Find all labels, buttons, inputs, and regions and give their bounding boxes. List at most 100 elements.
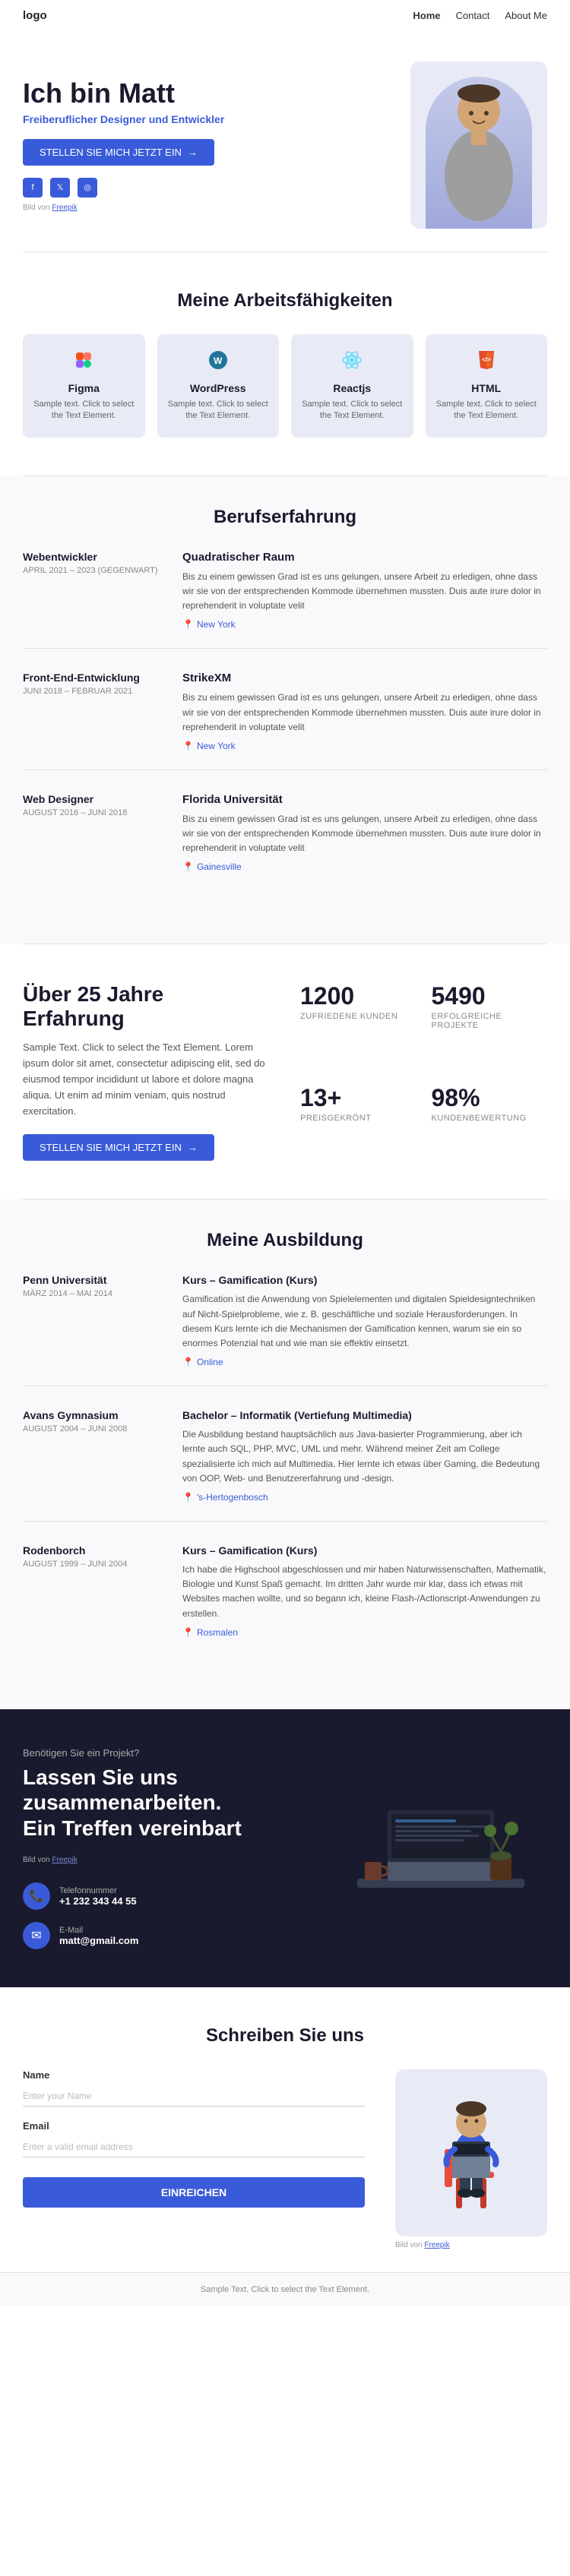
cta-contacts: 📞 Telefonnummer +1 232 343 44 55 ✉ E-Mai… bbox=[23, 1882, 312, 1949]
exp-location-2: 📍 New York bbox=[182, 741, 547, 751]
svg-text:</>: </> bbox=[482, 356, 491, 363]
edu-row-3: Rodenborch AUGUST 1999 – JUNI 2004 Kurs … bbox=[23, 1544, 547, 1656]
cta-email-item: ✉ E-Mail matt@gmail.com bbox=[23, 1922, 312, 1949]
pin-icon-3: 📍 bbox=[182, 861, 194, 872]
skills-grid: Figma Sample text. Click to select the T… bbox=[23, 334, 547, 438]
reactjs-name: Reactjs bbox=[302, 382, 403, 394]
hero-section: Ich bin Matt Freiberuflicher Designer un… bbox=[0, 31, 570, 251]
nav-about[interactable]: About Me bbox=[505, 10, 547, 21]
edu-dates-1: MÄRZ 2014 – MAI 2014 bbox=[23, 1289, 160, 1298]
nav-contact[interactable]: Contact bbox=[456, 10, 490, 21]
edu-row-2: Avans Gymnasium AUGUST 2004 – JUNI 2008 … bbox=[23, 1409, 547, 1522]
nav-logo[interactable]: logo bbox=[23, 9, 47, 22]
hero-image bbox=[410, 62, 547, 229]
form-name-group: Name bbox=[23, 2069, 365, 2107]
hero-subtitle: Freiberuflicher Designer und Entwickler bbox=[23, 113, 395, 125]
html-name: HTML bbox=[436, 382, 537, 394]
form-grid: Name Email EINREICHEN bbox=[23, 2069, 547, 2249]
reactjs-desc[interactable]: Sample text. Click to select the Text El… bbox=[302, 399, 403, 422]
exp-dates-1: APRIL 2021 – 2023 (GEGENWART) bbox=[23, 566, 160, 575]
stat-num-1: 1200 bbox=[300, 982, 416, 1010]
wordpress-icon: W bbox=[168, 349, 269, 376]
exp-row-1: Webentwickler APRIL 2021 – 2023 (GEGENWA… bbox=[23, 551, 547, 650]
exp-dates-2: JUNI 2018 – FEBRUAR 2021 bbox=[23, 687, 160, 696]
stat-label-1: ZUFRIEDENE KUNDEN bbox=[300, 1012, 416, 1021]
pin-edu-icon-3: 📍 bbox=[182, 1627, 194, 1638]
edu-left-2: Avans Gymnasium AUGUST 2004 – JUNI 2008 bbox=[23, 1409, 160, 1503]
exp-company-2: StrikeXM bbox=[182, 672, 547, 684]
form-email-label: Email bbox=[23, 2120, 365, 2132]
edu-location-2: 📍 's-Hertogenbosch bbox=[182, 1492, 547, 1503]
pin-icon-1: 📍 bbox=[182, 619, 194, 630]
stat-label-2: ERFOLGREICHE PROJEKTE bbox=[432, 1012, 548, 1030]
wordpress-desc[interactable]: Sample text. Click to select the Text El… bbox=[168, 399, 269, 422]
exp-desc-1: Bis zu einem gewissen Grad ist es uns ge… bbox=[182, 570, 547, 614]
figma-name: Figma bbox=[33, 382, 135, 394]
hero-credit-link[interactable]: Freepik bbox=[52, 204, 77, 212]
stats-section: Über 25 Jahre Erfahrung Sample Text. Cli… bbox=[0, 944, 570, 1199]
exp-desc-2: Bis zu einem gewissen Grad ist es uns ge… bbox=[182, 691, 547, 735]
stats-left: Über 25 Jahre Erfahrung Sample Text. Cli… bbox=[23, 982, 270, 1161]
form-email-group: Email bbox=[23, 2120, 365, 2157]
stat-item-2: 5490 ERFOLGREICHE PROJEKTE bbox=[432, 982, 548, 1068]
hero-image-credit: Bild von Freepik bbox=[23, 204, 395, 212]
svg-text:W: W bbox=[214, 356, 223, 366]
edu-dates-2: AUGUST 2004 – JUNI 2008 bbox=[23, 1424, 160, 1433]
navbar: logo Home Contact About Me bbox=[0, 0, 570, 31]
form-email-input[interactable] bbox=[23, 2136, 365, 2157]
edu-course-2: Bachelor – Informatik (Vertiefung Multim… bbox=[182, 1409, 547, 1421]
hero-cta-button[interactable]: STELLEN SIE MICH JETZT EIN → bbox=[23, 139, 214, 166]
email-icon: ✉ bbox=[23, 1922, 50, 1949]
edu-dates-3: AUGUST 1999 – JUNI 2004 bbox=[23, 1560, 160, 1569]
cta-phone-item: 📞 Telefonnummer +1 232 343 44 55 bbox=[23, 1882, 312, 1910]
edu-desc-1: Gamification ist die Anwendung von Spiel… bbox=[182, 1292, 547, 1351]
exp-location-3: 📍 Gainesville bbox=[182, 861, 547, 872]
form-submit-button[interactable]: EINREICHEN bbox=[23, 2177, 365, 2208]
edu-location-1: 📍 Online bbox=[182, 1357, 547, 1367]
twitter-icon[interactable]: 𝕏 bbox=[50, 178, 70, 198]
form-illustration bbox=[395, 2069, 547, 2236]
pin-edu-icon-1: 📍 bbox=[182, 1357, 194, 1367]
form-left: Name Email EINREICHEN bbox=[23, 2069, 365, 2208]
cta-illustration bbox=[334, 1747, 547, 1950]
stat-num-4: 98% bbox=[432, 1084, 548, 1112]
skill-reactjs: Reactjs Sample text. Click to select the… bbox=[291, 334, 413, 438]
form-credit-link[interactable]: Freepik bbox=[424, 2241, 449, 2249]
hero-title: Ich bin Matt bbox=[23, 78, 395, 109]
stat-item-3: 13+ PREISGEKRÖNT bbox=[300, 1084, 416, 1162]
nav-home[interactable]: Home bbox=[413, 10, 440, 21]
hero-text: Ich bin Matt Freiberuflicher Designer un… bbox=[23, 78, 395, 212]
exp-company-1: Quadratischer Raum bbox=[182, 551, 547, 564]
exp-dates-3: AUGUST 2016 – JUNI 2018 bbox=[23, 808, 160, 817]
exp-company-3: Florida Universität bbox=[182, 793, 547, 806]
exp-location-1: 📍 New York bbox=[182, 619, 547, 630]
skill-html: </> HTML Sample text. Click to select th… bbox=[426, 334, 548, 438]
skill-figma: Figma Sample text. Click to select the T… bbox=[23, 334, 145, 438]
pin-edu-icon-2: 📍 bbox=[182, 1492, 194, 1503]
edu-course-3: Kurs – Gamification (Kurs) bbox=[182, 1544, 547, 1557]
edu-school-2: Avans Gymnasium bbox=[23, 1409, 160, 1421]
edu-row-1: Penn Universität MÄRZ 2014 – MAI 2014 Ku… bbox=[23, 1274, 547, 1386]
html-desc[interactable]: Sample text. Click to select the Text El… bbox=[436, 399, 537, 422]
stats-cta-button[interactable]: STELLEN SIE MICH JETZT EIN → bbox=[23, 1134, 214, 1161]
exp-left-1: Webentwickler APRIL 2021 – 2023 (GEGENWA… bbox=[23, 551, 160, 631]
form-title: Schreiben Sie uns bbox=[23, 2025, 547, 2047]
cta-credit-link[interactable]: Freepik bbox=[52, 1856, 77, 1864]
cta-image-credit: Bild von Freepik bbox=[23, 1856, 312, 1864]
edu-school-3: Rodenborch bbox=[23, 1544, 160, 1557]
exp-desc-3: Bis zu einem gewissen Grad ist es uns ge… bbox=[182, 812, 547, 856]
edu-left-3: Rodenborch AUGUST 1999 – JUNI 2004 bbox=[23, 1544, 160, 1638]
form-name-input[interactable] bbox=[23, 2085, 365, 2107]
cta-email-info: E-Mail matt@gmail.com bbox=[59, 1926, 138, 1946]
skill-wordpress: W WordPress Sample text. Click to select… bbox=[157, 334, 280, 438]
figma-desc[interactable]: Sample text. Click to select the Text El… bbox=[33, 399, 135, 422]
wordpress-name: WordPress bbox=[168, 382, 269, 394]
exp-jobtitle-3: Web Designer bbox=[23, 793, 160, 805]
instagram-icon[interactable]: ◎ bbox=[78, 178, 97, 198]
facebook-icon[interactable]: f bbox=[23, 178, 43, 198]
stat-label-3: PREISGEKRÖNT bbox=[300, 1114, 416, 1123]
edu-right-2: Bachelor – Informatik (Vertiefung Multim… bbox=[182, 1409, 547, 1503]
cta-title: Lassen Sie uns zusammenarbeiten. Ein Tre… bbox=[23, 1765, 312, 1841]
hero-social: f 𝕏 ◎ bbox=[23, 178, 395, 198]
html-icon: </> bbox=[436, 349, 537, 376]
